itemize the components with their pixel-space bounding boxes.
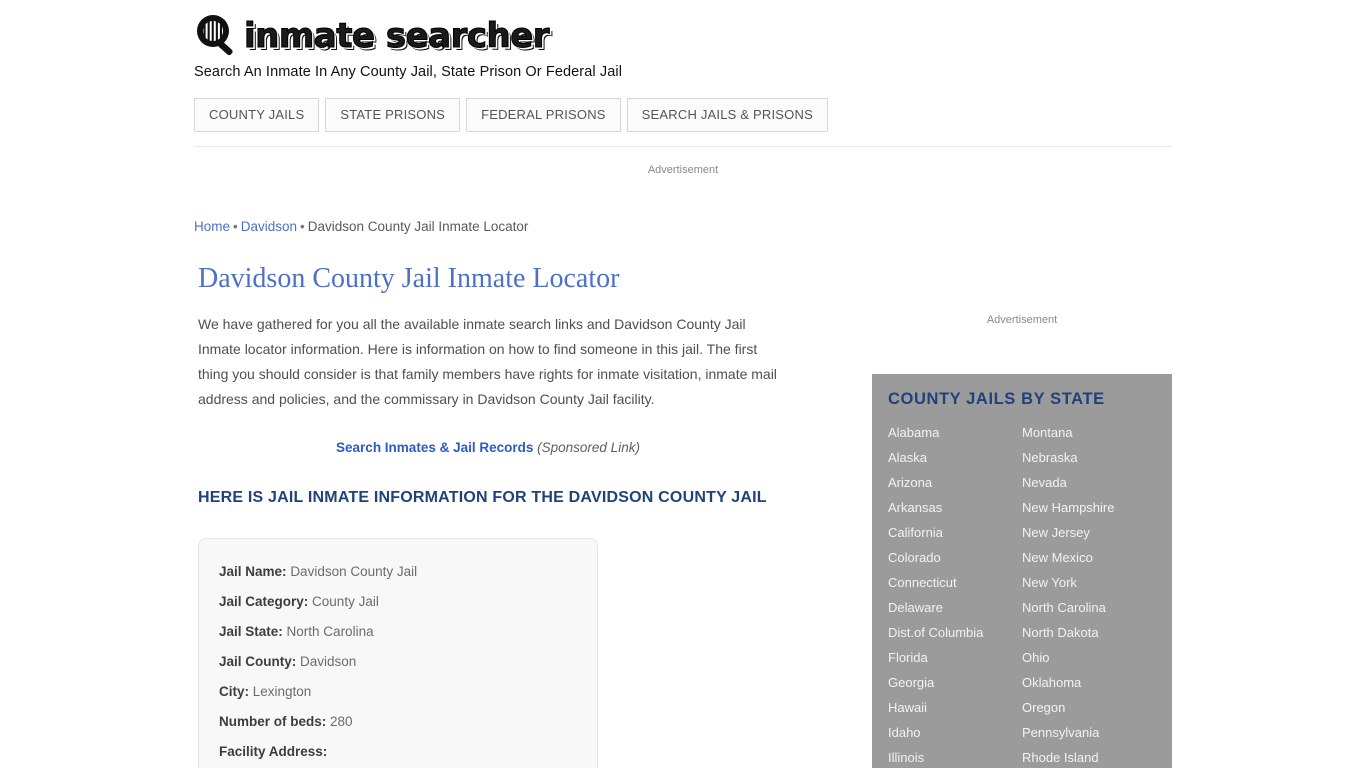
magnifier-prison-bars-icon	[194, 13, 240, 59]
state-link-pennsylvania[interactable]: Pennsylvania	[1022, 720, 1156, 745]
info-row-jail-name: Jail Name: Davidson County Jail	[219, 557, 577, 587]
sponsored-search-link[interactable]: Search Inmates & Jail Records	[336, 440, 533, 455]
info-label-jail-category: Jail Category:	[219, 594, 309, 609]
info-label-facility-address: Facility Address:	[219, 744, 328, 759]
state-link-connecticut[interactable]: Connecticut	[888, 570, 1022, 595]
state-link-hawaii[interactable]: Hawaii	[888, 695, 1022, 720]
breadcrumb-current: Davidson County Jail Inmate Locator	[307, 219, 529, 234]
info-label-jail-state: Jail State:	[219, 624, 283, 639]
header-divider	[194, 146, 1172, 147]
state-link-colorado[interactable]: Colorado	[888, 545, 1022, 570]
info-label-city: City:	[219, 684, 249, 699]
breadcrumb: Home • Davidson • Davidson County Jail Inmat…	[194, 219, 528, 234]
section-heading: HERE IS JAIL INMATE INFORMATION FOR THE …	[198, 489, 767, 506]
page-title: Davidson County Jail Inmate Locator	[198, 263, 620, 294]
info-row-jail-state: Jail State: North Carolina	[219, 617, 577, 647]
breadcrumb-link-home[interactable]: Home	[194, 219, 230, 234]
state-link-oklahoma[interactable]: Oklahoma	[1022, 670, 1156, 695]
nav-item-county-jails[interactable]: COUNTY JAILS	[194, 98, 320, 132]
main-content: Davidson County Jail Inmate Locator We h…	[198, 262, 798, 768]
breadcrumb-separator-1: •	[233, 219, 238, 234]
state-link-north-carolina[interactable]: North Carolina	[1022, 595, 1156, 620]
state-link-florida[interactable]: Florida	[888, 645, 1022, 670]
jail-info-box: Jail Name: Davidson County Jail Jail Cat…	[198, 538, 598, 768]
info-value-jail-state: North Carolina	[286, 624, 374, 639]
state-link-arizona[interactable]: Arizona	[888, 470, 1022, 495]
state-link-montana[interactable]: Montana	[1022, 420, 1156, 445]
info-value-jail-county: Davidson	[300, 654, 357, 669]
state-link-georgia[interactable]: Georgia	[888, 670, 1022, 695]
state-link-california[interactable]: California	[888, 520, 1022, 545]
state-link-new-york[interactable]: New York	[1022, 570, 1156, 595]
info-label-number-of-beds: Number of beds:	[219, 714, 327, 729]
nav-item-search-jails-prisons[interactable]: SEARCH JAILS & PRISONS	[626, 98, 828, 132]
info-label-jail-name: Jail Name:	[219, 564, 287, 579]
sidebar-county-jails-by-state: COUNTY JAILS BY STATE Alabama Montana Al…	[872, 374, 1172, 768]
sponsored-note: (Sponsored Link)	[537, 440, 640, 455]
state-link-delaware[interactable]: Delaware	[888, 595, 1022, 620]
top-advertisement-label: Advertisement	[647, 164, 719, 176]
breadcrumb-separator-2: •	[300, 219, 305, 234]
nav-item-state-prisons[interactable]: STATE PRISONS	[325, 98, 461, 132]
info-row-number-of-beds: Number of beds: 280	[219, 707, 577, 737]
info-value-number-of-beds: 280	[330, 714, 353, 729]
state-link-alaska[interactable]: Alaska	[888, 445, 1022, 470]
state-link-idaho[interactable]: Idaho	[888, 720, 1022, 745]
state-link-new-jersey[interactable]: New Jersey	[1022, 520, 1156, 545]
state-link-nevada[interactable]: Nevada	[1022, 470, 1156, 495]
state-link-illinois[interactable]: Illinois	[888, 745, 1022, 768]
site-header: inmate searcher Search An Inmate In Any …	[194, 12, 1174, 80]
site-tagline: Search An Inmate In Any County Jail, Sta…	[194, 64, 623, 80]
state-link-nebraska[interactable]: Nebraska	[1022, 445, 1156, 470]
info-row-city: City: Lexington	[219, 677, 577, 707]
state-link-dist-of-columbia[interactable]: Dist.of Columbia	[888, 620, 1022, 645]
info-label-jail-county: Jail County:	[219, 654, 297, 669]
state-link-ohio[interactable]: Ohio	[1022, 645, 1156, 670]
info-value-jail-name: Davidson County Jail	[290, 564, 418, 579]
info-value-city: Lexington	[252, 684, 312, 699]
state-link-arkansas[interactable]: Arkansas	[888, 495, 1022, 520]
side-advertisement-label: Advertisement	[986, 314, 1058, 326]
info-value-jail-category: County Jail	[312, 594, 379, 609]
state-link-oregon[interactable]: Oregon	[1022, 695, 1156, 720]
state-link-rhode-island[interactable]: Rhode Island	[1022, 745, 1156, 768]
info-row-jail-category: Jail Category: County Jail	[219, 587, 577, 617]
state-link-north-dakota[interactable]: North Dakota	[1022, 620, 1156, 645]
page-root: inmate searcher Search An Inmate In Any …	[0, 0, 1366, 768]
state-link-new-mexico[interactable]: New Mexico	[1022, 545, 1156, 570]
site-logo[interactable]: inmate searcher	[194, 12, 1174, 60]
nav-item-federal-prisons[interactable]: FEDERAL PRISONS	[466, 98, 621, 132]
info-row-jail-county: Jail County: Davidson	[219, 647, 577, 677]
state-link-alabama[interactable]: Alabama	[888, 420, 1022, 445]
intro-paragraph: We have gathered for you all the availab…	[198, 316, 777, 407]
sidebar-title: COUNTY JAILS BY STATE	[888, 390, 1105, 408]
sponsored-link-row: Search Inmates & Jail Records (Sponsored…	[198, 440, 778, 455]
state-links-grid: Alabama Montana Alaska Nebraska Arizona …	[888, 420, 1156, 768]
site-logo-text: inmate searcher	[243, 16, 550, 57]
breadcrumb-link-county[interactable]: Davidson	[241, 219, 297, 234]
info-row-facility-address: Facility Address:	[219, 737, 577, 767]
state-link-new-hampshire[interactable]: New Hampshire	[1022, 495, 1156, 520]
main-navigation: COUNTY JAILS STATE PRISONS FEDERAL PRISO…	[194, 98, 828, 132]
